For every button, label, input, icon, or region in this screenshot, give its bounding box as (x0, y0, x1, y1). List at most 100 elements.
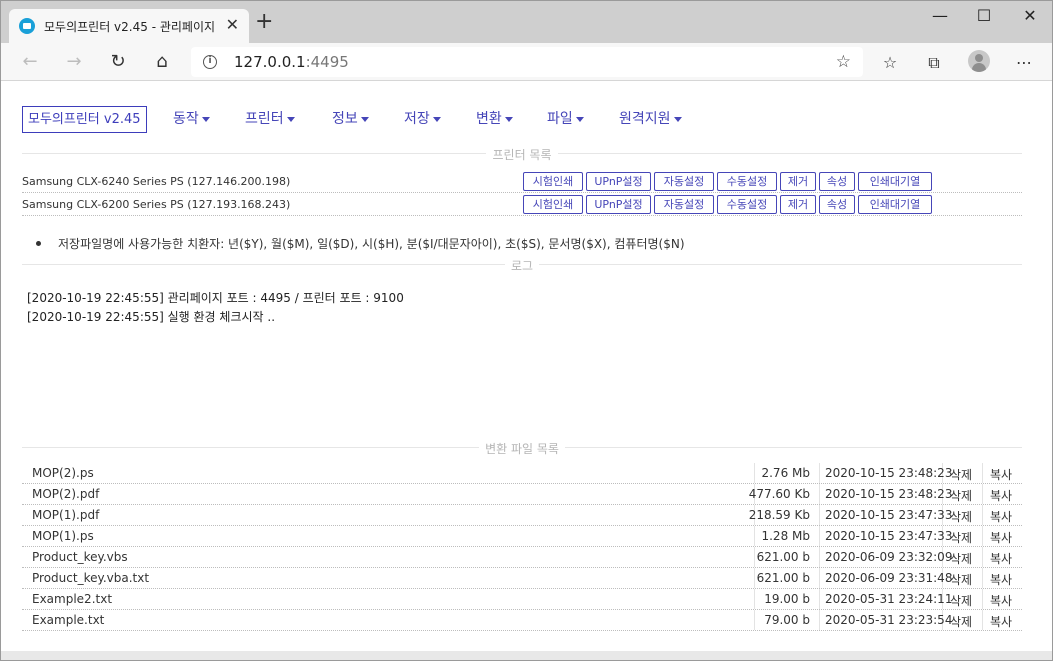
auto-settings-button[interactable]: 자동설정 (654, 195, 714, 214)
copy-file-button[interactable]: 복사 (990, 487, 1012, 504)
column-separator (982, 505, 983, 525)
file-name[interactable]: MOP(1).pdf (32, 508, 99, 522)
file-size: 621.00 b (756, 571, 810, 585)
new-tab-icon[interactable]: + (255, 11, 273, 33)
caret-down-icon (360, 116, 369, 122)
file-name[interactable]: MOP(1).ps (32, 529, 94, 543)
menu-action[interactable]: 동작 (173, 108, 210, 128)
file-name[interactable]: Product_key.vba.txt (32, 571, 149, 585)
column-separator (819, 547, 820, 567)
profile-avatar-icon[interactable] (968, 50, 990, 72)
properties-button[interactable]: 속성 (819, 195, 855, 214)
file-name[interactable]: Example2.txt (32, 592, 112, 606)
menu-save[interactable]: 저장 (404, 108, 441, 128)
caret-down-icon (575, 116, 584, 122)
file-row: Product_key.vba.txt 621.00 b 2020-06-09 23… (22, 568, 1022, 589)
address-bar[interactable]: i 127.0.0.1:4495 ☆ (191, 47, 863, 77)
file-name[interactable]: Product_key.vbs (32, 550, 128, 564)
info-icon[interactable]: i (203, 55, 217, 69)
properties-button[interactable]: 속성 (819, 172, 855, 191)
caret-down-icon (286, 116, 295, 122)
column-separator (819, 505, 820, 525)
column-separator (754, 589, 755, 609)
browser-window: 모두의프린터 v2.45 - 관리페이지 ✕ + — ☐ ✕ ← → ↻ ⌂ i… (0, 0, 1053, 661)
copy-file-button[interactable]: 복사 (990, 529, 1012, 546)
delete-file-button[interactable]: 삭제 (950, 508, 972, 525)
delete-file-button[interactable]: 삭제 (950, 571, 972, 588)
more-menu-icon[interactable]: ⋯ (1013, 52, 1035, 74)
copy-file-button[interactable]: 복사 (990, 550, 1012, 567)
collections-icon[interactable]: ⧉ (923, 52, 945, 74)
file-size: 19.00 b (764, 592, 810, 606)
file-size: 218.59 Kb (748, 508, 810, 522)
file-size: 1.28 Mb (761, 529, 810, 543)
favorite-star-icon[interactable]: ☆ (836, 52, 851, 72)
file-date: 2020-06-09 23:32:09 (825, 550, 953, 564)
copy-file-button[interactable]: 복사 (990, 571, 1012, 588)
menu-printer[interactable]: 프린터 (245, 108, 295, 128)
copy-file-button[interactable]: 복사 (990, 613, 1012, 630)
copy-file-button[interactable]: 복사 (990, 508, 1012, 525)
minimize-icon[interactable]: — (929, 8, 951, 25)
refresh-icon[interactable]: ↻ (107, 51, 129, 73)
url-text: 127.0.0.1:4495 (234, 53, 349, 71)
upnp-settings-button[interactable]: UPnP설정 (586, 172, 651, 191)
file-size: 477.60 Kb (748, 487, 810, 501)
file-name[interactable]: MOP(2).ps (32, 466, 94, 480)
delete-file-button[interactable]: 삭제 (950, 487, 972, 504)
menu-info[interactable]: 정보 (332, 108, 369, 128)
upnp-settings-button[interactable]: UPnP설정 (586, 195, 651, 214)
manual-settings-button[interactable]: 수동설정 (717, 172, 777, 191)
log-line: [2020-10-19 22:45:55] 관리페이지 포트 : 4495 / … (27, 291, 404, 305)
delete-file-button[interactable]: 삭제 (950, 592, 972, 609)
file-name[interactable]: Example.txt (32, 613, 104, 627)
back-icon[interactable]: ← (19, 51, 41, 73)
column-separator (754, 526, 755, 546)
tab-title: 모두의프린터 v2.45 - 관리페이지 (44, 19, 216, 34)
delete-file-button[interactable]: 삭제 (950, 613, 972, 630)
test-print-button[interactable]: 시험인쇄 (523, 195, 583, 214)
printer-name: Samsung CLX-6200 Series PS (127.193.168.… (22, 198, 291, 211)
copy-file-button[interactable]: 복사 (990, 592, 1012, 609)
manual-settings-button[interactable]: 수동설정 (717, 195, 777, 214)
title-bar: 모두의프린터 v2.45 - 관리페이지 ✕ + — ☐ ✕ (1, 1, 1052, 43)
file-row: Example2.txt 19.00 b 2020-05-31 23:24:11 삭제… (22, 589, 1022, 610)
delete-file-button[interactable]: 삭제 (950, 466, 972, 483)
column-separator (819, 526, 820, 546)
caret-down-icon (504, 116, 513, 122)
forward-icon[interactable]: → (63, 51, 85, 73)
close-window-icon[interactable]: ✕ (1019, 8, 1041, 25)
favorites-list-icon[interactable]: ☆ (879, 52, 901, 74)
copy-file-button[interactable]: 복사 (990, 466, 1012, 483)
horizontal-scrollbar[interactable] (1, 651, 1052, 660)
printer-favicon-icon (19, 18, 35, 34)
brand-link[interactable]: 모두의프린터 v2.45 (22, 106, 147, 133)
column-separator (982, 589, 983, 609)
delete-file-button[interactable]: 삭제 (950, 529, 972, 546)
remove-button[interactable]: 제거 (780, 172, 816, 191)
menu-convert[interactable]: 변환 (476, 108, 513, 128)
auto-settings-button[interactable]: 자동설정 (654, 172, 714, 191)
browser-tab[interactable]: 모두의프린터 v2.45 - 관리페이지 ✕ (9, 9, 249, 43)
printer-row: Samsung CLX-6200 Series PS (127.193.168.… (22, 194, 1022, 216)
menu-remote-support[interactable]: 원격지원 (619, 108, 682, 128)
delete-file-button[interactable]: 삭제 (950, 550, 972, 567)
file-row: MOP(1).pdf 218.59 Kb 2020-10-15 23:47:33 삭제… (22, 505, 1022, 526)
close-tab-icon[interactable]: ✕ (226, 17, 239, 33)
file-list-title: 변환 파일 목록 (22, 440, 1022, 457)
home-icon[interactable]: ⌂ (151, 51, 173, 73)
column-separator (982, 610, 983, 630)
log-title: 로그 (22, 257, 1022, 274)
menu-file[interactable]: 파일 (547, 108, 584, 128)
column-separator (819, 589, 820, 609)
test-print-button[interactable]: 시험인쇄 (523, 172, 583, 191)
file-row: Example.txt 79.00 b 2020-05-31 23:23:54 삭제 복… (22, 610, 1022, 631)
print-queue-button[interactable]: 인쇄대기열 (858, 195, 932, 214)
column-separator (819, 610, 820, 630)
print-queue-button[interactable]: 인쇄대기열 (858, 172, 932, 191)
column-separator (754, 547, 755, 567)
file-date: 2020-10-15 23:47:33 (825, 508, 953, 522)
file-name[interactable]: MOP(2).pdf (32, 487, 99, 501)
maximize-icon[interactable]: ☐ (973, 8, 995, 25)
remove-button[interactable]: 제거 (780, 195, 816, 214)
